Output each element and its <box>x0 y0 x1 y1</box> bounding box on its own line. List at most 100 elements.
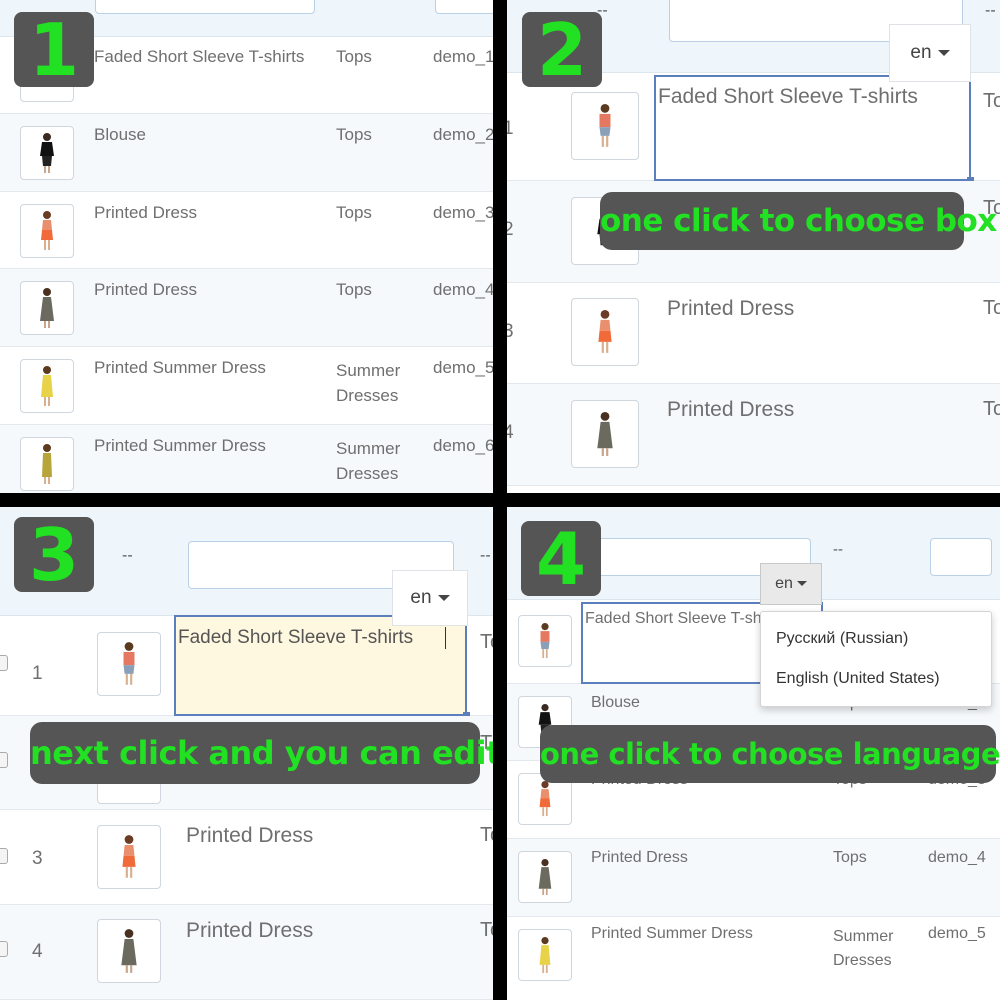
table-row[interactable]: 4 Printed Dress To <box>0 905 493 1000</box>
dress-icon <box>597 412 613 456</box>
product-category: To <box>983 398 1000 420</box>
row-id: 3 <box>507 321 514 342</box>
row-checkbox[interactable] <box>0 655 8 671</box>
product-name[interactable]: Printed Summer Dress <box>94 436 266 456</box>
reference-filter-input[interactable] <box>435 0 493 14</box>
product-thumbnail <box>571 400 639 468</box>
product-reference: demo_3 <box>433 203 493 222</box>
table-row[interactable]: Printed Dress Tops demo_4 <box>507 839 1000 917</box>
row-checkbox[interactable] <box>0 752 8 768</box>
tshirt-model-icon <box>540 623 550 659</box>
table-row[interactable]: Printed Summer Dress Summer Dresses demo… <box>0 347 493 425</box>
product-category: Tops <box>336 125 372 144</box>
row-id: 1 <box>507 118 514 139</box>
row-checkbox[interactable] <box>0 848 8 864</box>
header-dash: -- <box>122 547 133 564</box>
dress-icon <box>121 929 137 973</box>
product-category: To <box>983 90 1000 112</box>
category-line-1: Summer <box>833 928 894 945</box>
header-dash: -- <box>480 547 491 564</box>
dress-icon <box>539 781 551 817</box>
chevron-down-icon <box>937 49 950 56</box>
caption-label: one click to choose language <box>540 725 1000 783</box>
selected-name-cell[interactable]: Faded Short Sleeve T-shirts <box>654 75 974 184</box>
category-line-2: Dresses <box>336 464 399 483</box>
editable-name-field[interactable]: Faded Short Sleeve T-shirts <box>174 615 470 719</box>
product-name[interactable]: Printed Dress <box>591 849 688 867</box>
product-name: Faded Short Sleeve T-shirts <box>585 610 771 627</box>
product-category: Tops <box>833 849 867 866</box>
product-name[interactable]: Printed Dress <box>667 297 794 321</box>
language-dropdown-menu: Русский (Russian) English (United States… <box>760 611 992 707</box>
language-selector[interactable]: en <box>760 563 822 605</box>
menu-item-english[interactable]: English (United States) <box>776 670 940 688</box>
product-reference: demo_4 <box>928 849 986 866</box>
table-row[interactable]: Printed Summer Dress Summer Dresses demo… <box>0 425 493 493</box>
product-category: Tops <box>336 47 372 66</box>
product-thumbnail <box>20 204 74 258</box>
product-name[interactable]: Printed Dress <box>94 280 197 300</box>
chevron-down-icon <box>796 581 807 587</box>
dress-icon <box>539 937 551 973</box>
tshirt-model-icon <box>123 642 135 685</box>
product-thumbnail <box>518 851 572 903</box>
product-category: Summer Dresses <box>833 925 893 973</box>
panel-step-3: -- -- 1 To Faded Short Sleeve T-shirts e… <box>0 507 493 1000</box>
language-code: en <box>410 587 432 608</box>
product-name[interactable]: Blouse <box>591 694 640 712</box>
row-id: 4 <box>507 422 514 443</box>
step-number-badge: 1 <box>14 10 94 90</box>
category-line-1: Summer <box>336 361 401 380</box>
product-name[interactable]: Printed Summer Dress <box>94 358 266 378</box>
product-name[interactable]: Printed Dress <box>186 824 313 848</box>
reference-filter-input[interactable] <box>930 538 992 576</box>
product-name[interactable]: Printed Summer Dress <box>591 925 753 943</box>
language-selector[interactable]: en <box>889 24 971 82</box>
row-id: 1 <box>32 663 43 684</box>
table-row[interactable]: Blouse Tops demo_2 <box>0 114 493 192</box>
product-thumbnail <box>518 615 572 667</box>
table-row[interactable]: 3 Printed Dress To <box>0 810 493 905</box>
table-row[interactable]: 4 Printed Dress To <box>507 384 1000 486</box>
product-category: Tops <box>336 203 372 222</box>
product-reference: demo_6 <box>433 436 493 455</box>
product-thumbnail <box>571 298 639 366</box>
row-id: 4 <box>32 941 43 962</box>
row-id: 2 <box>507 219 514 240</box>
panel-step-1: Faded Short Sleeve T-shirts Tops demo_1 … <box>0 0 493 493</box>
language-selector[interactable]: en <box>392 570 468 626</box>
menu-item-russian[interactable]: Русский (Russian) <box>776 630 908 648</box>
product-name: Faded Short Sleeve T-shirts <box>658 85 918 108</box>
product-reference: demo_5 <box>928 925 986 942</box>
category-line-1: Summer <box>336 439 401 458</box>
product-reference: demo_2 <box>433 125 493 144</box>
product-thumbnail <box>20 359 74 413</box>
table-row[interactable]: Printed Dress Tops demo_3 <box>0 192 493 269</box>
text-cursor <box>445 627 446 649</box>
dress-icon <box>122 835 136 878</box>
product-name[interactable]: Printed Dress <box>667 398 794 422</box>
header-dash: -- <box>833 541 843 558</box>
product-name-edit-text[interactable]: Faded Short Sleeve T-shirts <box>178 627 413 649</box>
product-category: To <box>480 631 493 653</box>
dress-icon <box>42 444 52 484</box>
chevron-down-icon <box>437 594 450 601</box>
product-category: To <box>480 824 493 846</box>
product-thumbnail <box>518 929 572 981</box>
product-name[interactable]: Faded Short Sleeve T-shirts <box>94 47 304 67</box>
panel-step-2: -- -- 1 To Faded Short Sleeve T-shirts e… <box>507 0 1000 493</box>
product-reference: demo_4 <box>433 280 493 299</box>
product-name[interactable]: Printed Dress <box>94 203 197 223</box>
product-thumbnail <box>571 92 639 160</box>
row-checkbox[interactable] <box>0 941 8 957</box>
name-filter-input[interactable] <box>95 0 315 14</box>
dress-icon <box>41 366 53 406</box>
product-name[interactable]: Blouse <box>94 125 146 145</box>
product-name[interactable]: Printed Dress <box>186 919 313 943</box>
table-row[interactable]: Printed Dress Tops demo_4 <box>0 269 493 347</box>
table-row[interactable]: 3 Printed Dress To <box>507 283 1000 384</box>
step-number: 2 <box>536 8 588 92</box>
product-category: Summer Dresses <box>336 358 400 408</box>
product-thumbnail <box>20 126 74 180</box>
table-row[interactable]: Printed Summer Dress Summer Dresses demo… <box>507 917 1000 1000</box>
